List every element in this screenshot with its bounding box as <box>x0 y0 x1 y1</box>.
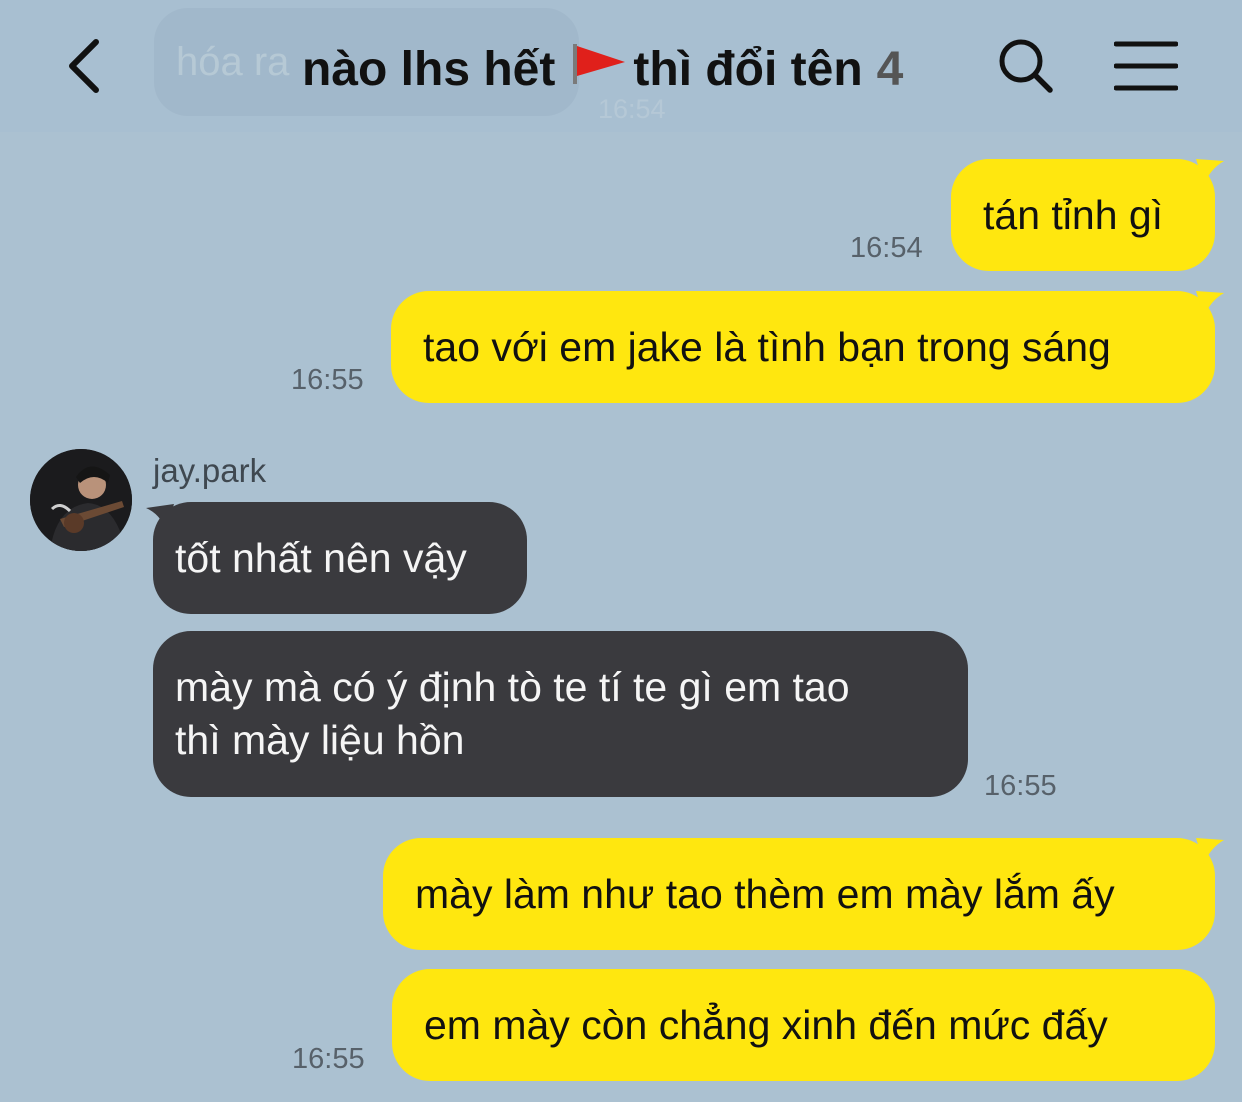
red-flag-icon <box>571 40 627 98</box>
search-button[interactable] <box>996 36 1056 96</box>
menu-button[interactable] <box>1113 38 1179 94</box>
chat-title-part1: nào lhs hết <box>302 42 556 96</box>
bubble-tail <box>1196 838 1224 864</box>
message-time: 16:55 <box>292 1043 365 1075</box>
message-text-line1: mày mà có ý định tò te tí te gì em tao <box>175 664 850 710</box>
chat-title-part2: thì đổi tên <box>633 42 863 96</box>
message-time: 16:54 <box>850 232 923 264</box>
bubble-tail <box>146 504 174 530</box>
message-text-line2: thì mày liệu hồn <box>175 717 465 763</box>
back-button[interactable] <box>52 34 116 98</box>
sender-name: jay.park <box>153 452 267 489</box>
member-count: 4 <box>876 42 904 96</box>
outgoing-message[interactable]: mày làm như tao thèm em mày lắm ấy <box>383 838 1215 950</box>
incoming-message[interactable]: mày mà có ý định tò te tí te gì em tao t… <box>153 631 968 797</box>
message-time: 16:55 <box>291 364 364 396</box>
bubble-tail <box>1196 291 1224 317</box>
bubble-tail <box>1196 159 1224 185</box>
outgoing-message[interactable]: tao với em jake là tình bạn trong sáng <box>391 291 1215 403</box>
scrolled-message-text: hóa ra <box>176 40 290 84</box>
search-icon <box>999 39 1053 93</box>
chat-header: hóa ra 16:54 nào lhs hết thì đổi tên 4 <box>0 0 1242 132</box>
message-text: tán tỉnh gì <box>983 191 1164 238</box>
outgoing-message[interactable]: tán tỉnh gì <box>951 159 1215 271</box>
incoming-message[interactable]: tốt nhất nên vậy <box>153 502 527 614</box>
avatar[interactable] <box>30 449 132 551</box>
message-text: em mày còn chẳng xinh đến mức đấy <box>424 1001 1108 1048</box>
chat-title[interactable]: nào lhs hết thì đổi tên 4 <box>302 34 903 104</box>
hamburger-menu-icon <box>1113 41 1179 91</box>
message-text: mày làm như tao thèm em mày lắm ấy <box>415 870 1115 917</box>
chevron-left-icon <box>69 39 99 93</box>
avatar-photo <box>30 449 132 551</box>
outgoing-message[interactable]: em mày còn chẳng xinh đến mức đấy <box>392 969 1215 1081</box>
message-time: 16:55 <box>984 770 1057 802</box>
message-text: tốt nhất nên vậy <box>175 534 467 581</box>
message-text: tao với em jake là tình bạn trong sáng <box>423 323 1111 370</box>
